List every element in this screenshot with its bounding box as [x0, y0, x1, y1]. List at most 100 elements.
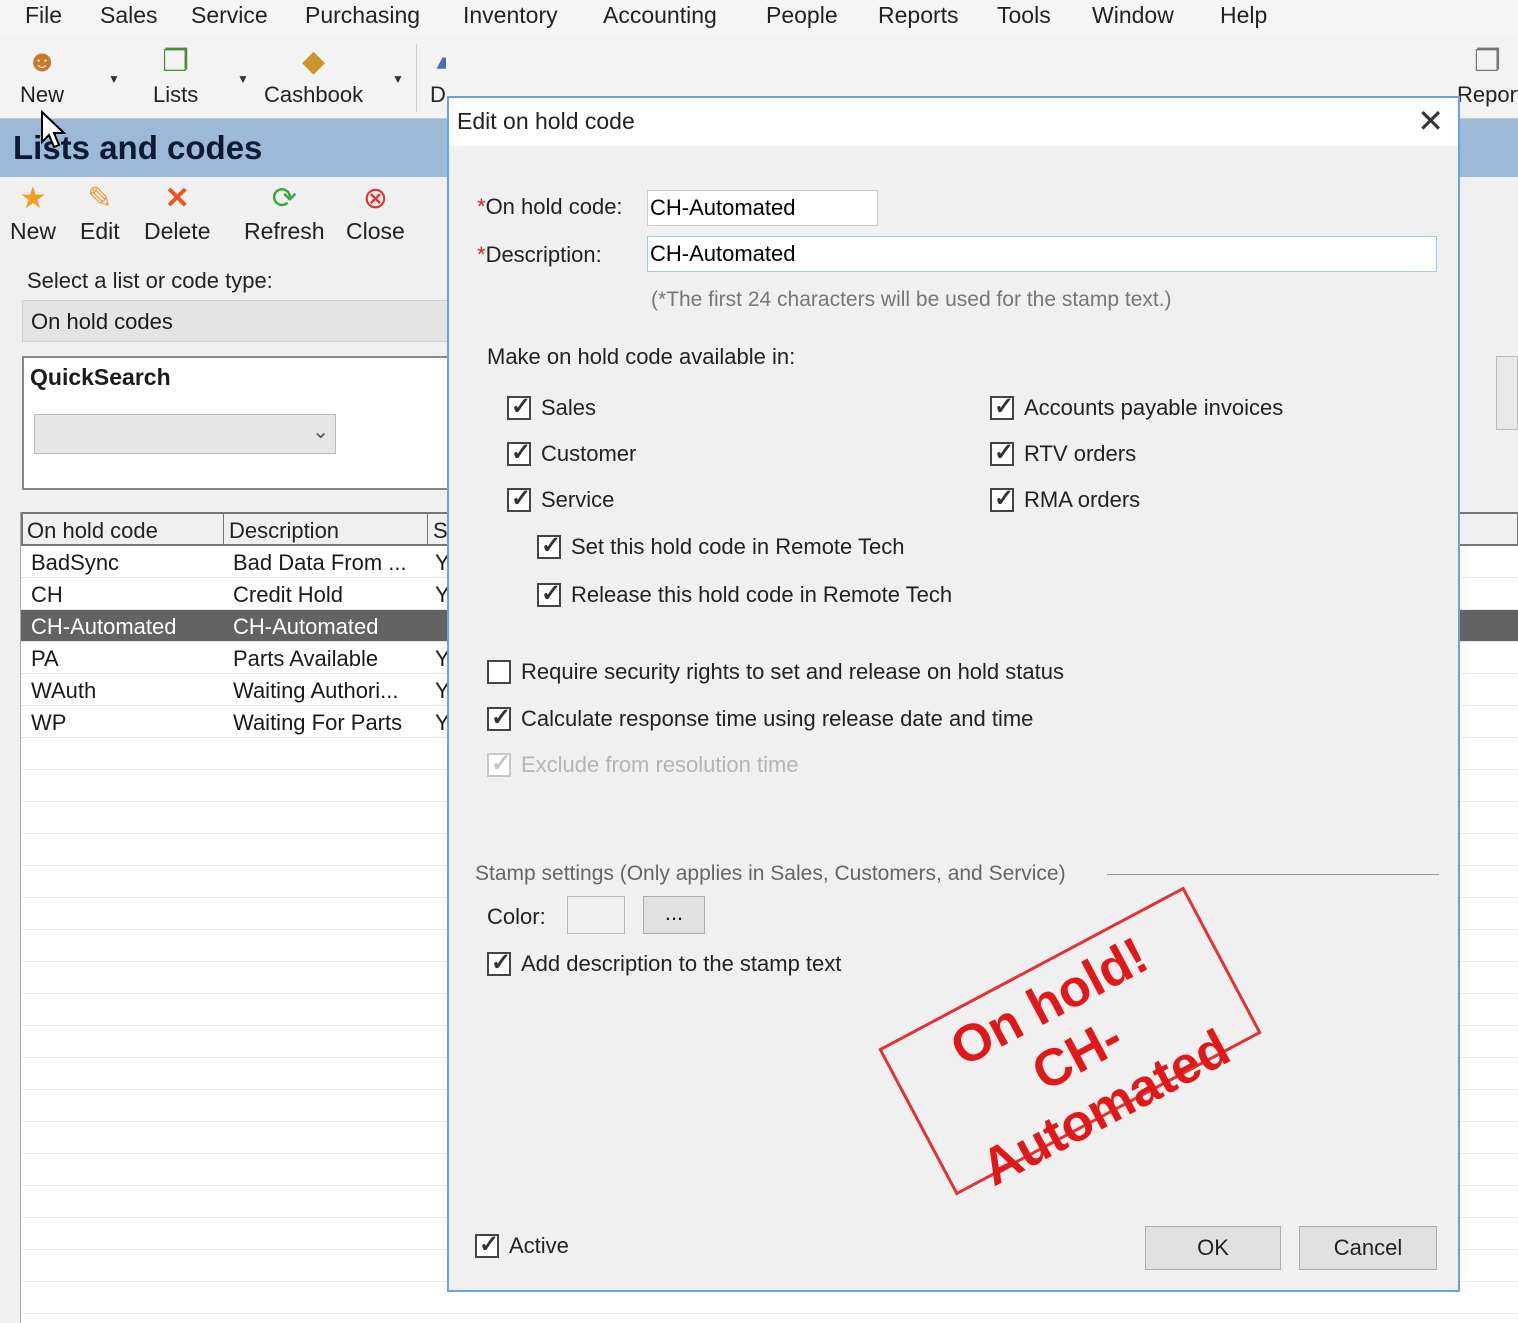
checkbox-box[interactable]: ✓ — [507, 393, 531, 420]
pencil-icon: ✎ — [87, 182, 113, 215]
required-mark: * — [477, 242, 486, 267]
customer-checkbox-label: Customer — [541, 441, 637, 466]
row-description: Bad Data From ... — [233, 550, 407, 575]
stamp-text-hint: (*The first 24 characters will be used f… — [651, 288, 1172, 311]
cashbook-icon: ◆ — [301, 45, 326, 78]
select-list-type-label: Select a list or code type: — [27, 268, 273, 293]
report-icon: ❐ — [1474, 45, 1501, 78]
exclude-resolution-label: Exclude from resolution time — [521, 752, 799, 777]
mouse-cursor-icon — [41, 110, 66, 149]
chevron-down-icon[interactable]: ⌄ — [312, 419, 329, 444]
column-header-code[interactable]: On hold code — [27, 518, 158, 544]
stamp-settings-heading: Stamp settings (Only applies in Sales, C… — [475, 862, 1066, 885]
row-description: Parts Available — [233, 646, 379, 671]
pane-refresh-button[interactable]: ⟳ Refresh — [244, 182, 325, 245]
ok-button[interactable]: OK — [1145, 1226, 1281, 1270]
checkbox-box[interactable]: ✓ — [507, 485, 531, 512]
dispatch-icon: ▰ — [430, 44, 446, 80]
require-security-label: Require security rights to set and relea… — [521, 659, 1064, 684]
checkbox-box[interactable]: ✓ — [507, 439, 531, 466]
description-label: *Description: — [477, 242, 602, 268]
delete-x-icon: ✕ — [164, 182, 190, 215]
row-code: BadSync — [31, 550, 120, 575]
service-checkbox-label: Service — [541, 487, 615, 512]
menu-bar: File Sales Service Purchasing Inventory … — [0, 0, 1518, 36]
check-icon: ✓ — [994, 439, 1015, 466]
column-divider[interactable] — [427, 514, 428, 546]
toolbar-dispatch-button[interactable]: ▰ Dispatch — [430, 44, 446, 108]
pane-toolbar: ★ New ✎ Edit ✕ Delete ⟳ Refresh ⊗ Close — [0, 178, 450, 248]
checkbox-box[interactable]: ✓ — [990, 485, 1014, 512]
checkbox-box[interactable]: ✓ — [487, 704, 511, 731]
new-dropdown-arrow-icon[interactable]: ▼ — [108, 72, 120, 86]
quicksearch-combo[interactable]: ⌄ — [34, 414, 336, 454]
lists-dropdown-arrow-icon[interactable]: ▼ — [237, 72, 249, 86]
color-picker-button[interactable]: ... — [643, 896, 705, 934]
active-label: Active — [509, 1233, 569, 1258]
checkbox-box[interactable]: ✓ — [537, 532, 561, 559]
rtv-orders-label: RTV orders — [1024, 441, 1137, 466]
menu-people[interactable]: People — [766, 2, 838, 29]
column-header-description[interactable]: Description — [229, 518, 339, 544]
release-remote-tech-label: Release this hold code in Remote Tech — [571, 582, 953, 607]
stamp-preview: On hold! CH-Automated — [878, 886, 1262, 1197]
on-hold-code-input[interactable] — [647, 190, 878, 226]
menu-tools[interactable]: Tools — [997, 2, 1051, 29]
row-code: CH — [31, 582, 63, 607]
toolbar-new-button[interactable]: ☻ New — [20, 44, 64, 108]
list-type-select[interactable]: On hold codes — [22, 300, 452, 342]
pane-close-button[interactable]: ⊗ Close — [346, 182, 405, 245]
check-icon: ✓ — [491, 949, 512, 976]
ap-invoices-label: Accounts payable invoices — [1024, 395, 1284, 420]
sales-checkbox-label: Sales — [541, 395, 597, 420]
pane-delete-button[interactable]: ✕ Delete — [144, 182, 210, 245]
toolbar-cashbook-button[interactable]: ◆ Cashbook — [264, 44, 363, 108]
description-input[interactable] — [647, 236, 1437, 272]
list-type-selected-value: On hold codes — [31, 309, 173, 334]
checkbox-box[interactable]: ✓ — [990, 439, 1014, 466]
row-description: Credit Hold — [233, 582, 344, 607]
color-swatch[interactable] — [567, 896, 625, 934]
checkbox-box[interactable]: ✓ — [537, 580, 561, 607]
toolbar-report-button[interactable]: ❐ Report — [1457, 44, 1518, 108]
color-label: Color: — [487, 904, 546, 929]
toolbar-dispatch-label: Dispatch — [430, 82, 446, 107]
menu-window[interactable]: Window — [1092, 2, 1174, 29]
menu-inventory[interactable]: Inventory — [463, 2, 558, 29]
cashbook-dropdown-arrow-icon[interactable]: ▼ — [392, 72, 404, 86]
required-mark: * — [477, 194, 486, 219]
column-divider[interactable] — [223, 514, 224, 546]
refresh-icon: ⟳ — [271, 182, 297, 215]
checkbox-box[interactable]: ✓ — [475, 1231, 499, 1258]
menu-help[interactable]: Help — [1220, 2, 1267, 29]
menu-file[interactable]: File — [25, 2, 62, 29]
side-panel-button[interactable] — [1496, 356, 1518, 430]
toolbar-lists-button[interactable]: ❐ Lists — [153, 44, 198, 108]
menu-service[interactable]: Service — [191, 2, 268, 29]
menu-reports[interactable]: Reports — [878, 2, 959, 29]
menu-purchasing[interactable]: Purchasing — [305, 2, 420, 29]
pane-new-button[interactable]: ★ New — [10, 182, 56, 245]
checkbox-box[interactable] — [487, 660, 511, 684]
checkbox-box: ✓ — [487, 750, 511, 777]
checkbox-box[interactable]: ✓ — [990, 393, 1014, 420]
menu-sales[interactable]: Sales — [100, 2, 158, 29]
row-code: WAuth — [31, 678, 97, 703]
pane-close-label: Close — [346, 218, 405, 244]
menu-accounting[interactable]: Accounting — [603, 2, 717, 29]
checkbox-box[interactable]: ✓ — [487, 949, 511, 976]
dialog-title-bar: Edit on hold code ✕ — [449, 98, 1458, 146]
pane-edit-button[interactable]: ✎ Edit — [80, 182, 120, 245]
check-icon: ✓ — [511, 485, 532, 512]
calculate-response-time-label: Calculate response time using release da… — [521, 706, 1034, 731]
cancel-button[interactable]: Cancel — [1299, 1226, 1437, 1270]
pane-edit-label: Edit — [80, 218, 120, 244]
close-icon[interactable]: ✕ — [1417, 102, 1444, 140]
quicksearch-title: QuickSearch — [30, 364, 171, 390]
on-hold-code-label: *On hold code: — [477, 194, 623, 220]
check-icon: ✓ — [541, 580, 562, 607]
description-label-text: Description: — [485, 242, 602, 267]
row-code: CH-Automated — [31, 614, 177, 639]
pane-delete-label: Delete — [144, 218, 211, 244]
available-in-label: Make on hold code available in: — [487, 344, 796, 369]
